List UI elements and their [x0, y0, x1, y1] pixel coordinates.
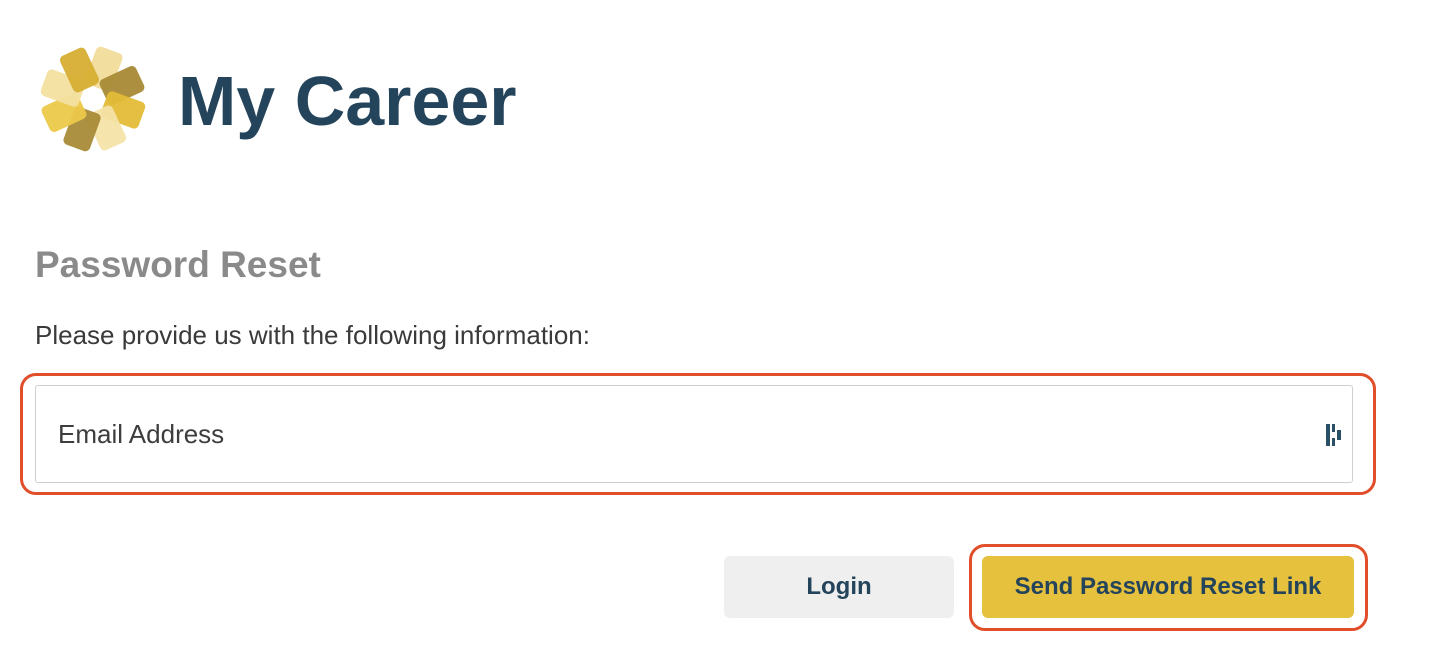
- app-title: My Career: [178, 62, 517, 140]
- page-heading: Password Reset: [35, 244, 321, 285]
- login-button[interactable]: Login: [724, 556, 954, 618]
- sunburst-logo-icon: [40, 46, 146, 152]
- password-manager-icon[interactable]: [1324, 422, 1344, 448]
- send-password-reset-link-button[interactable]: Send Password Reset Link: [982, 556, 1354, 618]
- password-reset-page: My Career Password Reset Please provide …: [0, 0, 1432, 662]
- email-field-wrapper: [35, 385, 1353, 483]
- form-instructions: Please provide us with the following inf…: [35, 320, 590, 350]
- email-address-input[interactable]: [36, 386, 1352, 482]
